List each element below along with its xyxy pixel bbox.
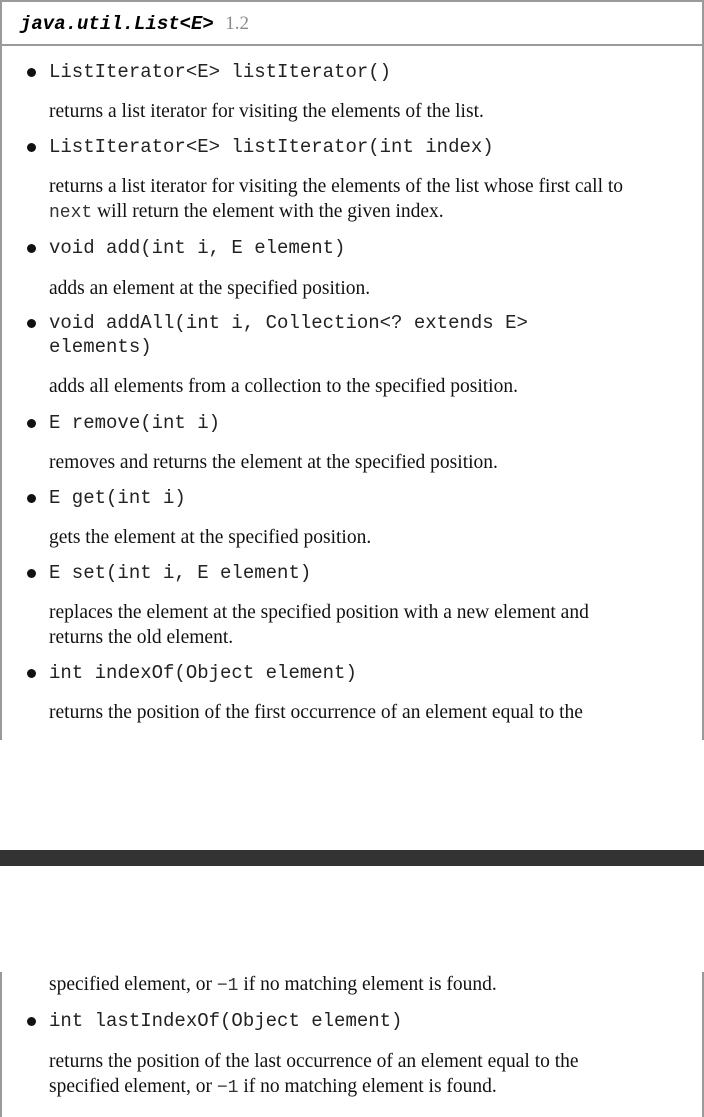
inline-code: next <box>49 203 93 223</box>
description-text: returns a list iterator for visiting the… <box>49 176 624 197</box>
method-signature: void addAll(int i, Collection<? extends … <box>49 311 528 359</box>
inline-code: −1 <box>216 1078 239 1098</box>
method-description: returns a list iterator for visiting the… <box>49 101 484 122</box>
api-header: java.util.List<E> 1.2 <box>2 2 702 46</box>
class-title: java.util.List<E> 1.2 <box>20 13 249 35</box>
bullet-icon <box>27 319 36 328</box>
page-break-divider <box>0 850 704 866</box>
description-text: returns the old element. <box>49 627 234 648</box>
method-description: specified element, or −1 if no matching … <box>49 972 689 999</box>
method-description: adds an element at the specified positio… <box>49 278 371 299</box>
method-signature: ListIterator<E> listIterator() <box>49 61 392 83</box>
method-description: adds all elements from a collection to t… <box>49 376 518 397</box>
bullet-icon <box>27 669 36 678</box>
method-description: returns the position of the first occurr… <box>49 702 583 723</box>
description-text: replaces the element at the specified po… <box>49 602 589 623</box>
bullet-icon <box>27 569 36 578</box>
method-signature: int indexOf(Object element) <box>49 662 357 684</box>
signature-line: elements) <box>49 336 152 358</box>
inline-code: −1 <box>216 976 239 996</box>
method-signature: int lastIndexOf(Object element) <box>49 1010 403 1032</box>
api-box: java.util.List<E> 1.2 ListIterator<E> li… <box>0 0 704 740</box>
method-description: replaces the element at the specified po… <box>49 600 689 650</box>
signature-line: void addAll(int i, Collection<? extends … <box>49 312 528 334</box>
description-text: will return the element with the given i… <box>92 201 444 222</box>
description-text: returns the position of the last occurre… <box>49 1051 579 1072</box>
method-description: returns the position of the last occurre… <box>49 1049 689 1101</box>
bullet-icon <box>27 419 36 428</box>
method-signature: E set(int i, E element) <box>49 562 312 584</box>
class-name: java.util.List<E> <box>20 13 214 35</box>
bullet-icon <box>27 68 36 77</box>
description-text: specified element, or <box>49 1076 217 1097</box>
method-signature: E get(int i) <box>49 487 186 509</box>
description-text: if no matching element is found. <box>238 1076 497 1097</box>
bullet-icon <box>27 1017 36 1026</box>
method-description: returns a list iterator for visiting the… <box>49 174 689 226</box>
bullet-icon <box>27 244 36 253</box>
method-signature: E remove(int i) <box>49 412 221 434</box>
description-text: specified element, or <box>49 974 217 995</box>
method-description: gets the element at the specified positi… <box>49 527 372 548</box>
description-text: if no matching element is found. <box>238 974 497 995</box>
method-signature: void add(int i, E element) <box>49 237 346 259</box>
version-badge: 1.2 <box>225 13 249 34</box>
bullet-icon <box>27 494 36 503</box>
api-box-continued: specified element, or −1 if no matching … <box>0 972 704 1117</box>
method-description: removes and returns the element at the s… <box>49 452 498 473</box>
bullet-icon <box>27 143 36 152</box>
method-signature: ListIterator<E> listIterator(int index) <box>49 136 494 158</box>
